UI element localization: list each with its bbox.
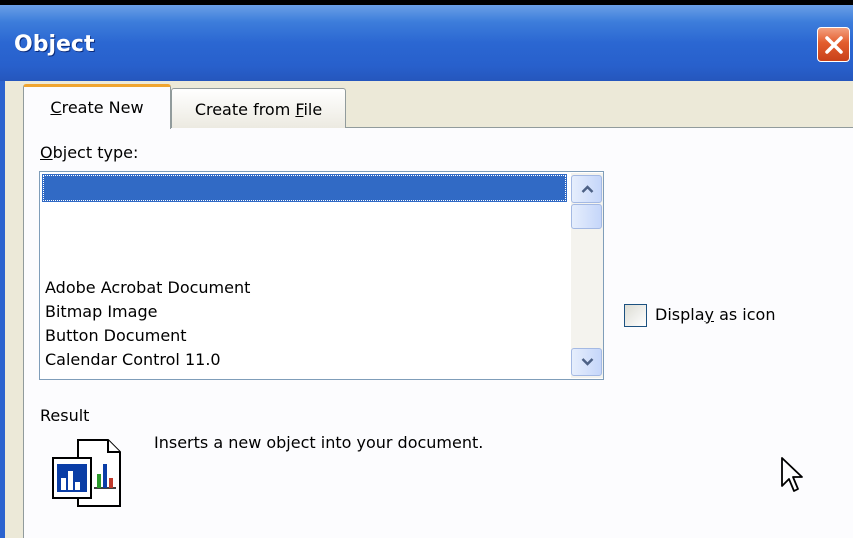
scroll-up-button[interactable] [571,175,602,203]
mouse-cursor-icon [781,457,803,492]
list-item[interactable]: Bitmap Image [45,302,157,321]
result-description: Inserts a new object into your document. [154,433,484,452]
list-item-selected[interactable] [42,174,567,202]
title-bar[interactable]: Object [0,5,853,81]
object-type-listbox[interactable]: Adobe Acrobat Document Bitmap Image Butt… [39,171,604,380]
tab-create-new[interactable]: Create New [23,84,171,129]
tab-create-from-file-label: Create from File [194,100,323,119]
scroll-down-button[interactable] [571,348,602,376]
list-item[interactable]: Calendar Control 11.0 [45,350,221,369]
tab-create-from-file[interactable]: Create from File [171,88,346,128]
display-as-icon-checkbox[interactable] [624,304,647,327]
list-item[interactable]: Button Document [45,326,187,345]
chevron-down-icon [581,358,594,366]
embedded-object-chart-icon [52,439,121,507]
window-left-border [0,81,5,538]
close-x-icon [825,36,843,54]
display-as-icon-label[interactable]: Display as icon [655,305,775,324]
object-type-label: Object type: [40,143,139,162]
dialog-title: Object [14,32,95,57]
object-dialog: Object Create New Create from File Objec… [0,0,853,538]
scroll-thumb[interactable] [571,204,602,229]
chevron-up-icon [581,185,594,193]
result-label: Result [40,406,90,425]
tab-create-new-label: Create New [50,98,144,117]
close-button[interactable] [817,27,850,62]
vertical-scrollbar[interactable] [571,173,603,378]
list-item[interactable]: Adobe Acrobat Document [45,278,250,297]
